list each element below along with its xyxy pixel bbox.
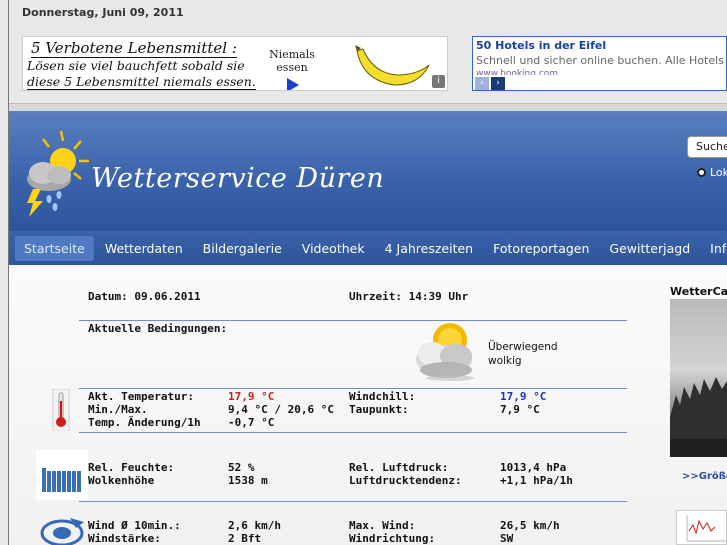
minmax-value: 9,4 °C / 20,6 °C xyxy=(228,403,334,416)
wind-icon xyxy=(40,516,86,545)
bedingungen-label: Aktuelle Bedingungen: xyxy=(88,322,228,335)
windchill-value: 17,9 °C xyxy=(500,390,547,403)
temp-change-value: -0,7 °C xyxy=(228,416,275,429)
weather-logo-icon[interactable] xyxy=(19,129,91,223)
current-date: Donnerstag, Juni 09, 2011 xyxy=(22,6,184,19)
divider xyxy=(79,388,627,389)
feuchte-value: 52 % xyxy=(228,461,255,474)
radio-selected-icon[interactable] xyxy=(697,168,706,177)
uhrzeit-label: Uhrzeit: 14:39 Uhr xyxy=(349,290,469,303)
divider xyxy=(79,501,627,502)
site-header: Wetterservice Düren Suche Lok xyxy=(9,111,727,231)
nav-bildergalerie[interactable]: Bildergalerie xyxy=(194,236,291,261)
luftdruck-value: 1013,4 hPa xyxy=(500,461,567,474)
nav-infos[interactable]: Infos xyxy=(701,236,727,261)
ad-next-button[interactable]: › xyxy=(491,77,505,90)
ad-info-icon[interactable]: i xyxy=(432,75,445,88)
radio-label: Lok xyxy=(710,166,727,179)
main-nav: Startseite Wetterdaten Bildergalerie Vid… xyxy=(9,231,727,265)
condition-text-2: wolkig xyxy=(488,355,522,367)
nav-4-jahreszeiten[interactable]: 4 Jahreszeiten xyxy=(376,236,483,261)
ad-hotels-title[interactable]: 50 Hotels in der Eifel xyxy=(476,39,606,52)
temp-change-label: Temp. Änderung/1h xyxy=(88,416,201,429)
ad-lebensmittel[interactable]: 5 Verbotene Lebensmittel : Lösen sie vie… xyxy=(22,36,448,91)
maxwind-value: 26,5 km/h xyxy=(500,519,560,532)
ad-hotels-nav: ‹ › xyxy=(475,77,505,90)
minmax-label: Min./Max. xyxy=(88,403,148,416)
nav-startseite[interactable]: Startseite xyxy=(15,235,94,261)
datum-label: Datum: 09.06.2011 xyxy=(88,290,201,303)
separator xyxy=(9,103,727,111)
ad-side-text: Niemals essen xyxy=(269,48,315,74)
tendenz-value: +1,1 hPa/1h xyxy=(500,474,573,487)
nav-videothek[interactable]: Videothek xyxy=(293,236,374,261)
ad-prev-button[interactable]: ‹ xyxy=(475,77,489,90)
banana-image xyxy=(353,41,433,90)
divider xyxy=(79,432,627,433)
taupunkt-value: 7,9 °C xyxy=(500,403,540,416)
tendenz-label: Luftdrucktendenz: xyxy=(349,474,462,487)
wind-label: Wind Ø 10min.: xyxy=(88,519,181,532)
taupunkt-label: Taupunkt: xyxy=(349,403,409,416)
wind-value: 2,6 km/h xyxy=(228,519,281,532)
temp-label: Akt. Temperatur: xyxy=(88,390,194,403)
ad-line-2: Lösen sie viel bauchfett sobald sie xyxy=(27,58,245,73)
condition-text: Überwiegend xyxy=(488,341,558,353)
partly-cloudy-icon xyxy=(410,318,486,386)
search-scope-radio[interactable]: Lok xyxy=(697,166,727,179)
wolkenhoehe-value: 1538 m xyxy=(228,474,268,487)
windstaerke-label: Windstärke: xyxy=(88,532,161,545)
ad-hotels-url[interactable]: www.booking.com xyxy=(476,69,558,75)
humidity-icon xyxy=(36,450,88,504)
nav-gewitterjagd[interactable]: Gewitterjagd xyxy=(600,236,699,261)
luftdruck-label: Rel. Luftdruck: xyxy=(349,461,449,474)
ad-hotels-text: Schnell und sicher online buchen. Alle H… xyxy=(476,54,726,67)
ad-line-3: diese 5 Lebensmittel niemals essen. xyxy=(27,74,256,90)
nav-wetterdaten[interactable]: Wetterdaten xyxy=(96,236,192,261)
maxwind-label: Max. Wind: xyxy=(349,519,416,532)
windstaerke-value: 2 Bft xyxy=(228,532,262,545)
sidebar-webcam: WetterCam >>Größe xyxy=(670,285,727,545)
ad-hotels[interactable]: 50 Hotels in der Eifel Schnell und siche… xyxy=(472,36,727,91)
windchill-label: Windchill: xyxy=(349,390,416,403)
temp-value: 17,9 °C xyxy=(228,390,275,403)
webcam-enlarge-link[interactable]: >>Größe xyxy=(682,471,727,482)
webcam-title: WetterCam xyxy=(670,285,727,298)
wolkenhoehe-label: Wolkenhöhe xyxy=(88,474,155,487)
arrow-icon xyxy=(287,78,299,90)
search-input[interactable]: Suche xyxy=(687,136,727,158)
site-title[interactable]: Wetterservice Düren xyxy=(91,163,384,194)
nav-fotoreportagen[interactable]: Fotoreportagen xyxy=(484,236,598,261)
thermometer-icon xyxy=(52,388,72,435)
mini-chart-image[interactable] xyxy=(676,510,727,545)
windrichtung-value: SW xyxy=(500,532,514,545)
feuchte-label: Rel. Feuchte: xyxy=(88,461,175,474)
divider xyxy=(79,320,627,321)
windrichtung-label: Windrichtung: xyxy=(349,532,436,545)
webcam-image[interactable] xyxy=(670,299,727,457)
ad-headline: 5 Verbotene Lebensmittel : xyxy=(31,39,237,58)
